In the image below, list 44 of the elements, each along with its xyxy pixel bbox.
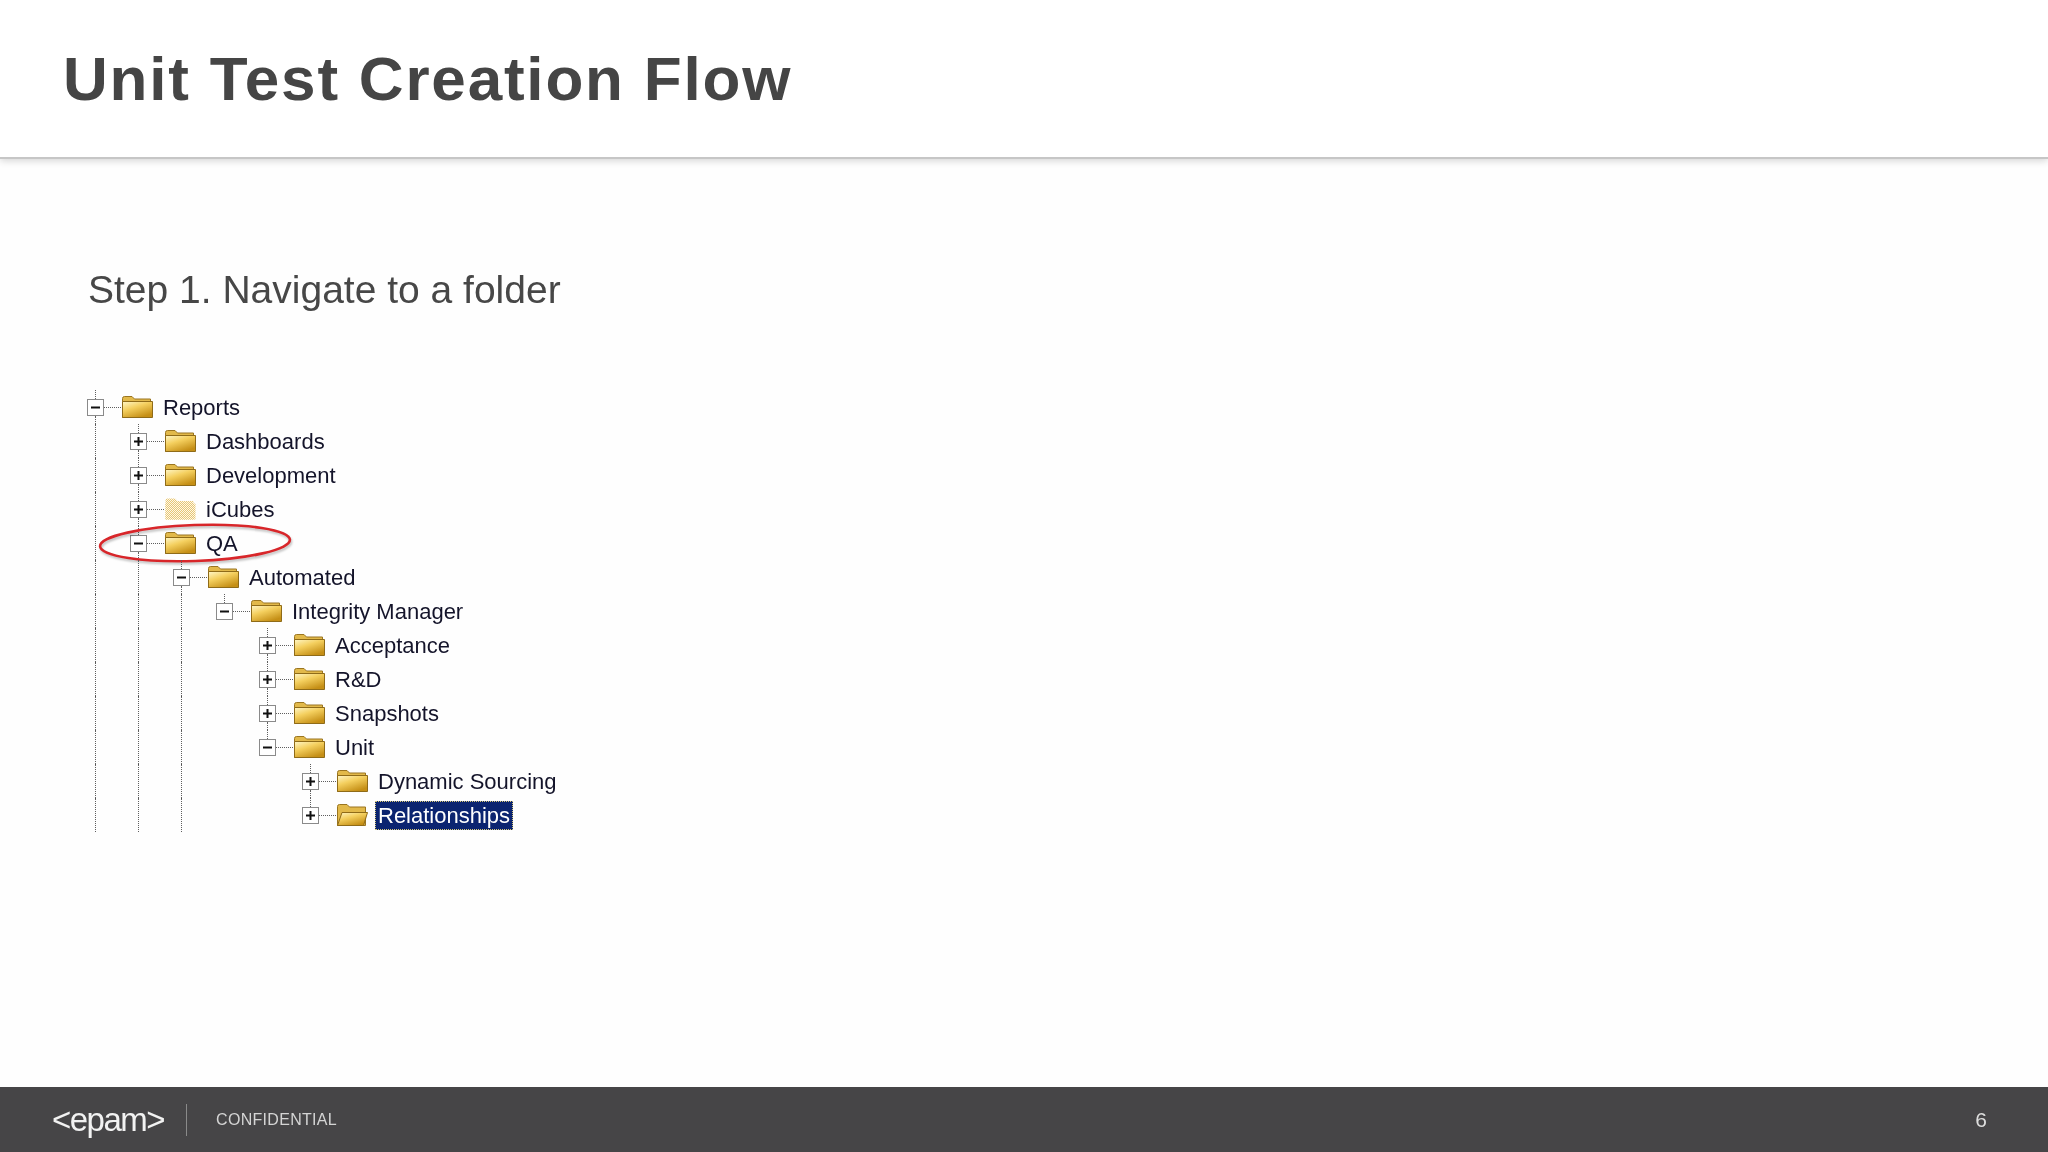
plus-box-icon[interactable] [302, 806, 319, 824]
tree-item[interactable]: Integrity Manager [289, 596, 467, 626]
folder-icon [165, 532, 196, 554]
folder-icon [294, 634, 325, 656]
plus-box-icon[interactable] [259, 636, 276, 654]
folder-icon [294, 702, 325, 724]
folder-icon [251, 600, 282, 622]
folder-icon [165, 430, 196, 452]
tree-item[interactable]: Dynamic Sourcing [375, 766, 560, 796]
folder-icon [122, 396, 153, 418]
folder-icon [294, 736, 325, 758]
tree-item[interactable]: Dashboards [203, 426, 328, 456]
plus-box-icon[interactable] [130, 432, 147, 450]
folder-icon [208, 566, 239, 588]
minus-box-icon[interactable] [173, 568, 190, 586]
minus-box-icon[interactable] [216, 602, 233, 620]
plus-box-icon[interactable] [259, 704, 276, 722]
tree-item[interactable]: Acceptance [332, 630, 453, 660]
tree-item[interactable]: Relationships [375, 800, 514, 830]
plus-box-icon[interactable] [130, 466, 147, 484]
tree-item[interactable]: Automated [246, 562, 359, 592]
folder-icon [165, 464, 196, 486]
tree-item[interactable]: iCubes [203, 494, 278, 524]
minus-box-icon[interactable] [87, 398, 104, 416]
page-number: 6 [1975, 1107, 1987, 1132]
folder-icon [337, 770, 368, 792]
tree-item[interactable]: R&D [332, 664, 385, 694]
dotted-folder-icon [165, 498, 196, 520]
folder-icon [294, 668, 325, 690]
minus-box-icon[interactable] [259, 738, 276, 756]
tree-item[interactable]: Snapshots [332, 698, 442, 728]
tree-item[interactable]: QA [203, 528, 241, 558]
tree-item[interactable]: Development [203, 460, 339, 490]
tree-item[interactable]: Unit [332, 732, 378, 762]
plus-box-icon[interactable] [302, 772, 319, 790]
plus-box-icon[interactable] [130, 500, 147, 518]
minus-box-icon[interactable] [130, 534, 147, 552]
step-heading: Step 1. Navigate to a folder [88, 267, 561, 313]
footer-label: CONFIDENTIAL [216, 1110, 338, 1129]
slide-title: Unit Test Creation Flow [63, 47, 793, 110]
open-folder-icon [337, 804, 368, 826]
plus-box-icon[interactable] [259, 670, 276, 688]
logo: <epam> [52, 1099, 165, 1140]
tree-item[interactable]: Reports [160, 392, 244, 422]
